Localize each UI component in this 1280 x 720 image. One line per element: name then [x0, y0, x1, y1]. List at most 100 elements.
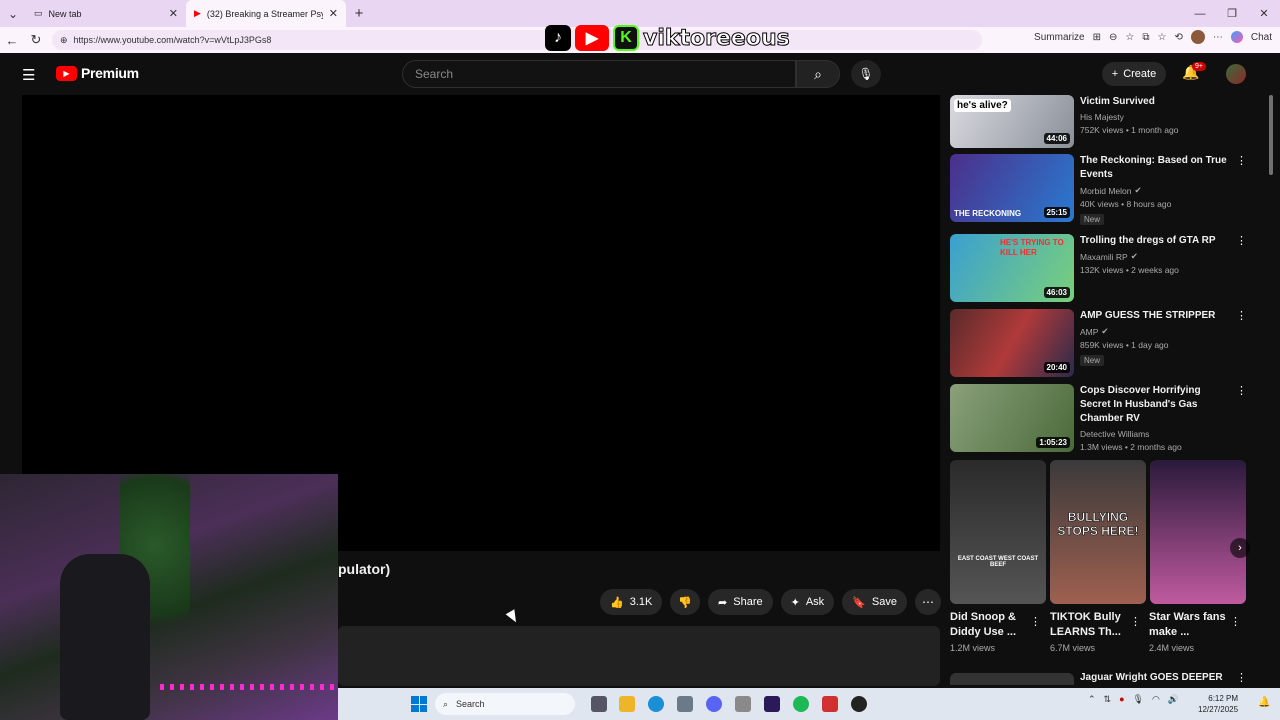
recommendation-item[interactable]: Jaguar Wright GOES DEEPER ⋮	[950, 671, 1250, 685]
store-icon[interactable]	[677, 696, 693, 712]
video-thumbnail[interactable]: 20:40	[950, 309, 1074, 377]
browser-tab-new-tab[interactable]: ▭ New tab ✕	[26, 0, 186, 27]
wifi-icon[interactable]: ◠	[1152, 694, 1160, 705]
notification-icon[interactable]: 🔔	[1258, 697, 1270, 708]
more-vertical-icon[interactable]: ⋮	[1236, 154, 1247, 167]
channel-row: Morbid Melon ✔	[1080, 185, 1230, 196]
avatar[interactable]	[1226, 64, 1246, 84]
close-icon[interactable]: ✕	[169, 7, 178, 20]
channel-name[interactable]: Detective Williams	[1080, 429, 1230, 439]
share-button[interactable]: ➦ Share	[708, 589, 773, 615]
scrollbar[interactable]	[1269, 95, 1273, 175]
youtube-home-logo[interactable]: ▶ Premium	[56, 65, 139, 81]
extensions-icon[interactable]: ⧉	[1142, 32, 1149, 43]
recommendation-item[interactable]: THE RECKONING 25:15 The Reckoning: Based…	[950, 154, 1250, 225]
ask-button[interactable]: ✦ Ask	[780, 589, 835, 615]
profile-icon[interactable]	[1190, 30, 1205, 44]
history-icon[interactable]: ⟲	[1174, 32, 1182, 43]
voice-search-button[interactable]: 🎙	[851, 60, 881, 88]
short-views: 6.7M views	[1050, 643, 1096, 653]
file-explorer-icon[interactable]	[619, 696, 635, 712]
taskbar-clock[interactable]: 6:12 PM 12/27/2025	[1198, 693, 1238, 715]
more-vertical-icon[interactable]: ⋮	[1236, 309, 1247, 322]
save-button[interactable]: 🔖 Save	[842, 589, 907, 615]
duration-badge: 44:06	[1043, 133, 1070, 144]
taskbar-search[interactable]: ⌕ Search	[435, 693, 575, 715]
recommendation-item[interactable]: 1:05:23 Cops Discover Horrifying Secret …	[950, 384, 1250, 454]
collections-icon[interactable]: ☆	[1158, 32, 1167, 43]
short-thumbnail[interactable]	[1150, 460, 1246, 604]
tab-list-dropdown[interactable]: ⌄	[0, 0, 26, 27]
description-box[interactable]	[338, 626, 940, 686]
video-title[interactable]: Victim Survived	[1080, 95, 1230, 109]
video-thumbnail[interactable]: 1:05:23	[950, 384, 1074, 452]
more-vertical-icon[interactable]: ⋮	[1236, 671, 1247, 684]
channel-name[interactable]: Maxamili RP	[1080, 252, 1128, 262]
chat-button[interactable]: Chat	[1251, 32, 1272, 43]
edge-icon[interactable]	[648, 696, 664, 712]
more-vertical-icon[interactable]: ⋮	[1030, 615, 1041, 628]
video-thumbnail[interactable]: he's alive? 44:06	[950, 95, 1074, 148]
summarize-button[interactable]: Summarize	[1034, 32, 1085, 43]
more-vertical-icon[interactable]: ⋮	[1236, 234, 1247, 247]
recommendation-item[interactable]: HE'S TRYING TO KILL HER 46:03 Trolling t…	[950, 234, 1250, 304]
minimize-icon[interactable]: —	[1184, 0, 1216, 27]
recommendation-item[interactable]: 20:40 AMP GUESS THE STRIPPER AMP ✔ 859K v…	[950, 309, 1250, 379]
premiere-icon[interactable]	[764, 696, 780, 712]
create-button[interactable]: + Create	[1102, 62, 1166, 86]
spotify-icon[interactable]	[793, 696, 809, 712]
obs-icon[interactable]	[851, 696, 867, 712]
volume-icon[interactable]: 🔊	[1168, 694, 1179, 705]
zoom-icon[interactable]: ⊖	[1109, 32, 1117, 43]
channel-name[interactable]: AMP	[1080, 327, 1098, 337]
short-thumbnail[interactable]: EAST COAST WEST COAST BEEF	[950, 460, 1046, 604]
video-thumbnail[interactable]: HE'S TRYING TO KILL HER 46:03	[950, 234, 1074, 302]
channel-name[interactable]: His Majesty	[1080, 112, 1230, 122]
more-vertical-icon[interactable]: ⋮	[1236, 384, 1247, 397]
video-title[interactable]: The Reckoning: Based on True Events	[1080, 154, 1230, 182]
video-title[interactable]: Cops Discover Horrifying Secret In Husba…	[1080, 384, 1230, 426]
url-field[interactable]: ⊕ https://www.youtube.com/watch?v=wVtLpJ…	[52, 30, 982, 50]
copilot-icon[interactable]	[1230, 31, 1243, 43]
menu-icon[interactable]: ☰	[22, 66, 35, 84]
read-aloud-icon[interactable]: ⊞	[1093, 32, 1101, 43]
dislike-button[interactable]: 👎	[670, 589, 701, 615]
back-icon[interactable]: ←	[0, 33, 24, 48]
favorite-star-icon[interactable]: ☆	[1125, 32, 1134, 43]
windows-start-icon[interactable]	[411, 696, 427, 712]
like-button[interactable]: 👍 3.1K	[600, 589, 663, 615]
more-vertical-icon[interactable]: ⋮	[1230, 615, 1241, 628]
channel-name[interactable]: Morbid Melon	[1080, 186, 1132, 196]
thumbnail-caption: HE'S TRYING TO KILL HER	[1000, 238, 1064, 257]
new-tab-button[interactable]: +	[346, 5, 372, 22]
mic-tray-icon[interactable]: 🎙	[1133, 694, 1144, 705]
video-title[interactable]: Trolling the dregs of GTA RP	[1080, 234, 1230, 248]
video-meta: Trolling the dregs of GTA RP Maxamili RP…	[1080, 234, 1230, 275]
network-icon[interactable]: ⇅	[1104, 694, 1112, 705]
video-thumbnail[interactable]	[950, 673, 1074, 685]
short-thumbnail[interactable]: BULLYING STOPS HERE!	[1050, 460, 1146, 604]
search-button[interactable]: ⌕	[796, 60, 840, 88]
browser-tab-youtube[interactable]: ▶ (32) Breaking a Streamer Psycholo ✕	[186, 0, 346, 27]
more-actions-button[interactable]: ⋯	[914, 589, 941, 615]
chevron-up-icon[interactable]: ⌃	[1088, 694, 1096, 705]
more-vertical-icon[interactable]: ⋮	[1130, 615, 1141, 628]
chevron-right-icon[interactable]: ›	[1230, 538, 1250, 558]
video-thumbnail[interactable]: THE RECKONING 25:15	[950, 154, 1074, 222]
refresh-icon[interactable]: ↻	[24, 32, 48, 48]
video-title[interactable]: AMP GUESS THE STRIPPER	[1080, 309, 1230, 323]
window-close-icon[interactable]: ✕	[1248, 0, 1280, 27]
app-icon[interactable]	[822, 696, 838, 712]
task-view-icon[interactable]	[591, 696, 607, 712]
excel-icon[interactable]	[735, 696, 751, 712]
site-info-icon[interactable]: ⊕	[60, 35, 68, 46]
app-tray-icon[interactable]: ●	[1119, 694, 1124, 705]
maximize-icon[interactable]: ❐	[1216, 0, 1248, 27]
video-title[interactable]: Jaguar Wright GOES DEEPER	[1080, 671, 1223, 685]
close-icon[interactable]: ✕	[329, 7, 338, 20]
search-input[interactable]: Search	[402, 60, 796, 88]
discord-icon[interactable]	[706, 696, 722, 712]
more-menu-icon[interactable]: ⋯	[1213, 32, 1223, 43]
recommendation-item[interactable]: he's alive? 44:06 Victim Survived His Ma…	[950, 95, 1250, 150]
short-views: 1.2M views	[950, 643, 996, 653]
